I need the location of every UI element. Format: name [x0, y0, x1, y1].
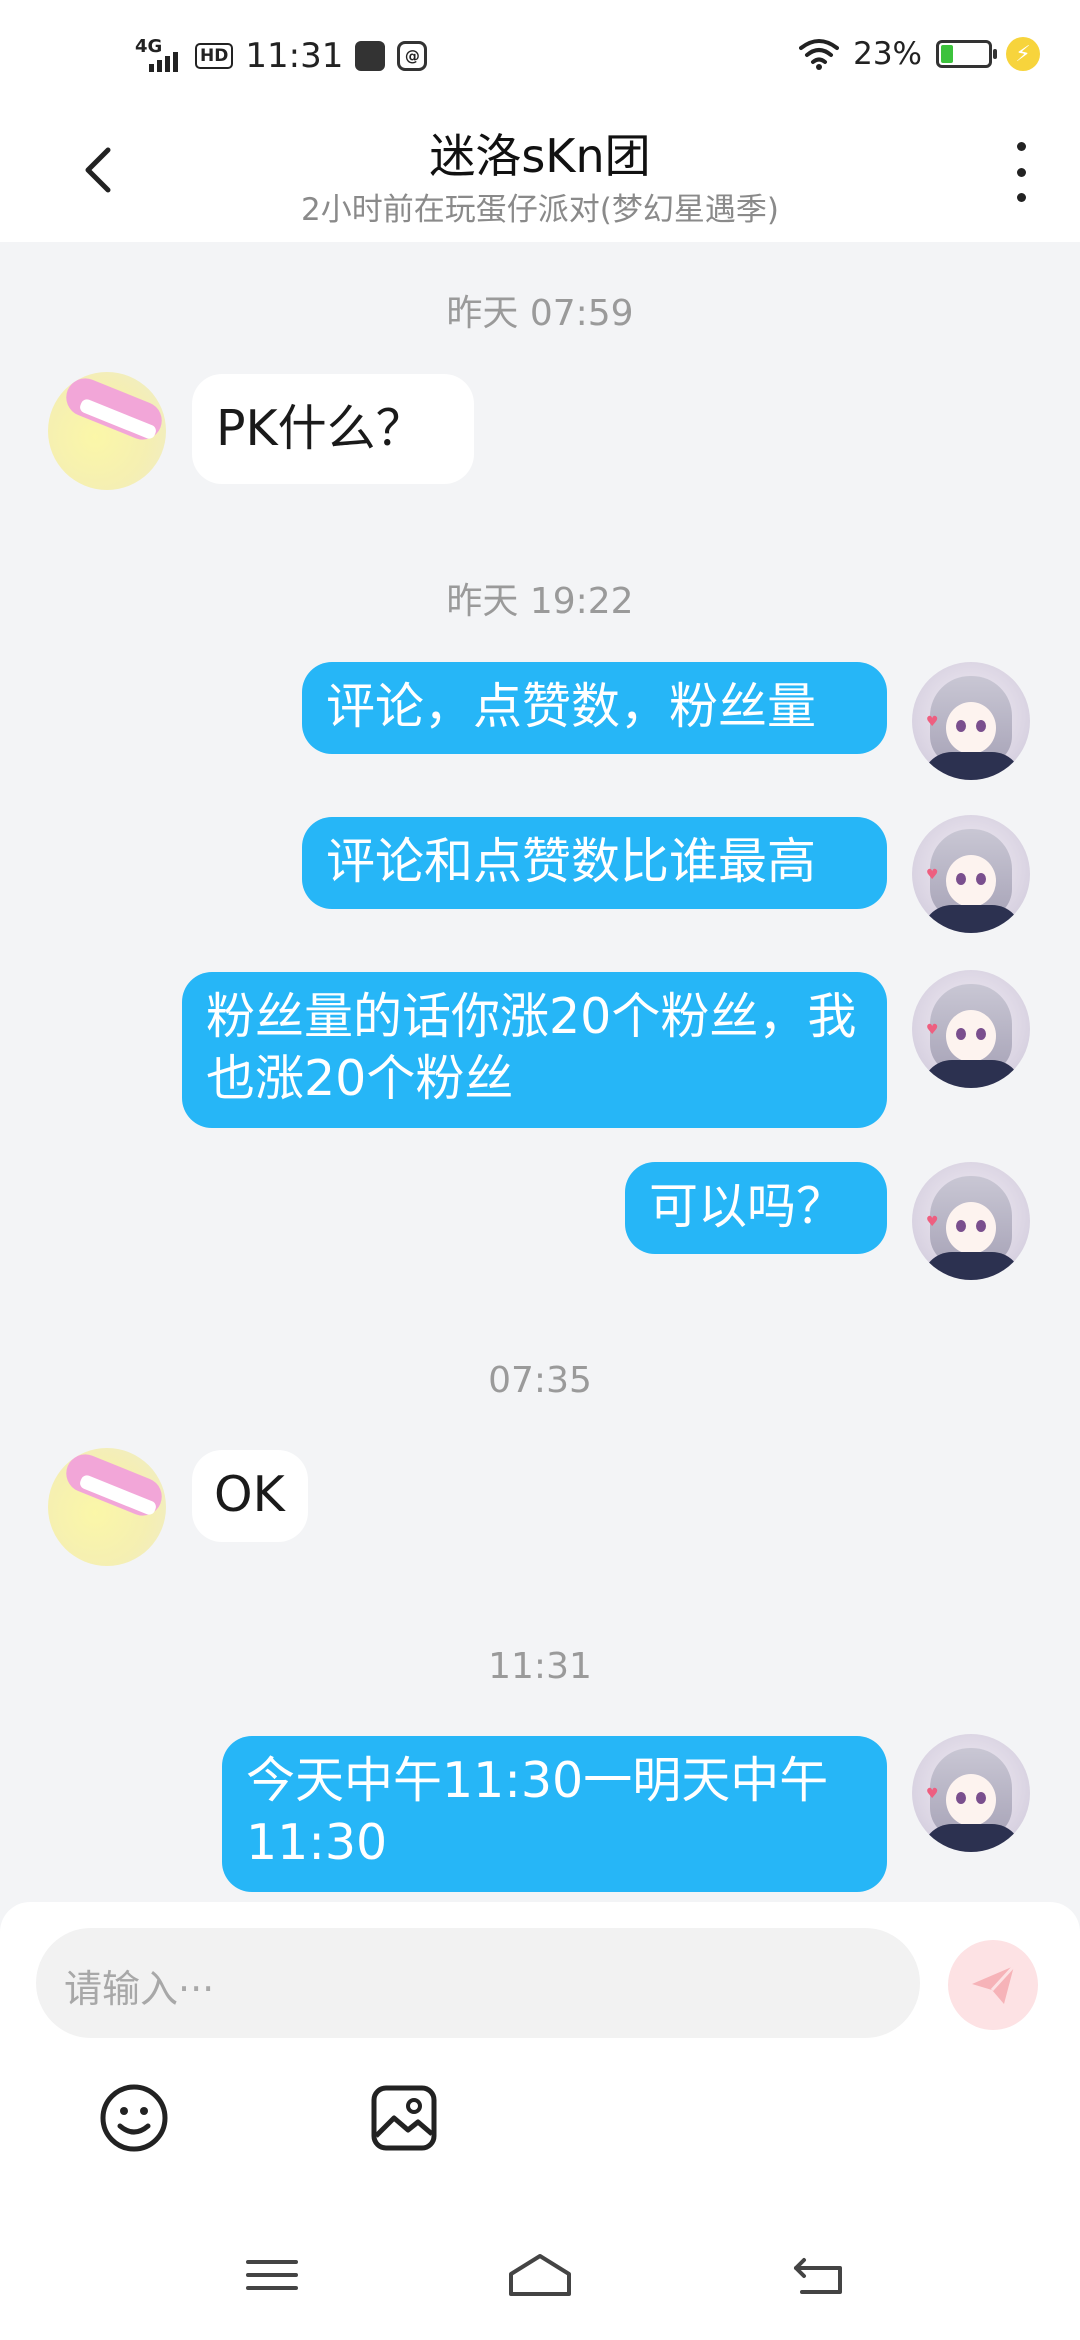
notification-app-icon — [355, 41, 386, 71]
message-input-placeholder: 请输入··· — [64, 1967, 215, 2011]
message-bubble-outgoing[interactable]: 评论，点赞数，粉丝量 — [302, 662, 887, 754]
status-time: 11:31 — [245, 36, 344, 76]
message-bubble-incoming[interactable]: OK — [192, 1450, 308, 1542]
charging-icon: ⚡ — [1006, 37, 1040, 71]
message-bubble-outgoing[interactable]: 粉丝量的话你涨20个粉丝，我也涨20个粉丝 — [182, 972, 887, 1128]
cellular-signal-icon: 4G — [135, 36, 183, 76]
timestamp: 昨天 07:59 — [446, 293, 634, 334]
image-icon[interactable] — [368, 2082, 440, 2154]
timestamp: 07:35 — [488, 1360, 592, 1401]
battery-percent: 23% — [853, 36, 922, 72]
timestamp: 11:31 — [488, 1646, 592, 1687]
battery-icon — [936, 40, 997, 68]
hd-badge: HD — [195, 43, 234, 69]
message-bubble-outgoing[interactable]: 评论和点赞数比谁最高 — [302, 817, 887, 909]
avatar[interactable]: ♥ — [912, 662, 1030, 780]
avatar[interactable]: ♥ — [912, 970, 1030, 1088]
chat-subtitle: 2小时前在玩蛋仔派对(梦幻星遇季) — [301, 192, 779, 228]
message-bubble-incoming[interactable]: PK什么？ — [192, 374, 474, 484]
message-bubble-outgoing[interactable]: 可以吗？ — [625, 1162, 887, 1254]
message-input[interactable]: 请输入··· — [36, 1928, 920, 2038]
message-bubble-outgoing[interactable]: 今天中午11:30一明天中午11:30 — [222, 1736, 887, 1892]
chat-header: 迷洛sKn团 2小时前在玩蛋仔派对(梦幻星遇季) — [0, 110, 1080, 242]
wifi-icon — [799, 39, 840, 70]
status-bar-right: 23% ⚡ — [799, 36, 1040, 72]
avatar[interactable]: ♥ — [912, 1162, 1030, 1280]
avatar[interactable] — [48, 372, 166, 490]
send-button[interactable] — [948, 1940, 1038, 2030]
back-nav-icon[interactable] — [790, 2250, 850, 2300]
status-bar-left: 4G HD 11:31 @ — [135, 36, 428, 76]
system-nav-bar — [0, 2210, 1080, 2340]
avatar[interactable]: ♥ — [912, 1734, 1030, 1852]
send-icon — [972, 1964, 1016, 2004]
more-vertical-icon[interactable] — [1006, 142, 1036, 202]
home-icon[interactable] — [505, 2250, 575, 2300]
status-bar: 4G HD 11:31 @ 23% ⚡ — [0, 0, 1080, 110]
message-list[interactable]: 昨天 07:59 PK什么？ 昨天 19:22 ♥ 评论，点赞数，粉丝量 ♥ 评… — [0, 242, 1080, 1902]
menu-icon[interactable] — [242, 2250, 302, 2300]
chat-title: 迷洛sKn团 — [429, 129, 651, 183]
notification-at-icon: @ — [397, 41, 428, 71]
emoji-icon[interactable] — [98, 2082, 170, 2154]
avatar[interactable] — [48, 1448, 166, 1566]
timestamp: 昨天 19:22 — [446, 581, 634, 622]
avatar[interactable]: ♥ — [912, 815, 1030, 933]
